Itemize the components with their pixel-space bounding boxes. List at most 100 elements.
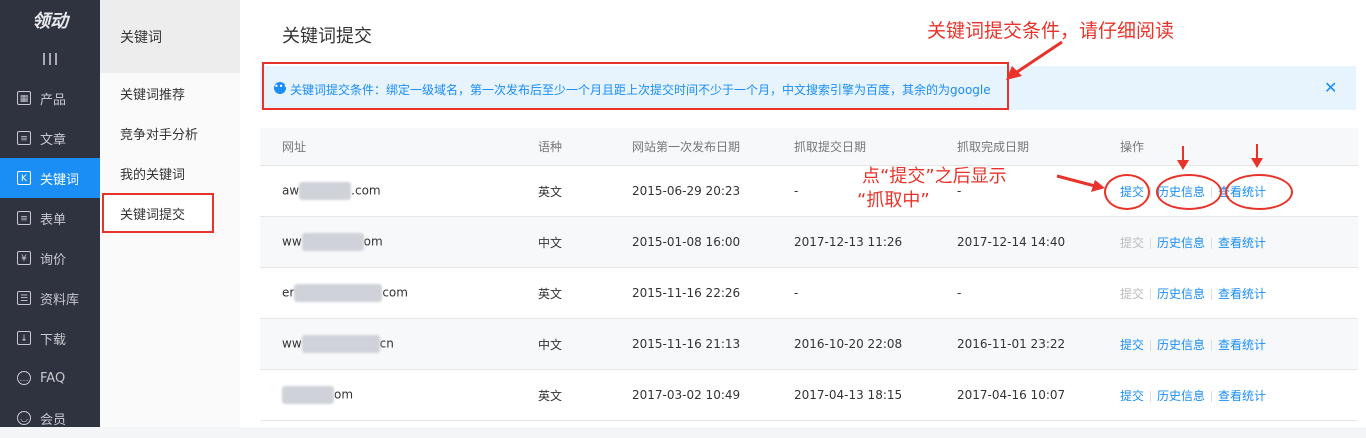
cell-url: aw .com <box>260 165 538 217</box>
sidebar-item-forms[interactable]: ≡ 表单 <box>0 198 100 238</box>
table-row: ww om 中文 2015-01-08 16:00 2017-12-13 11:2… <box>260 216 1358 268</box>
sidebar-item-members[interactable]: ◡ 会员 <box>0 398 100 438</box>
submit-link[interactable]: 提交 <box>1120 338 1144 352</box>
sidebar-item-inquiry[interactable]: ¥ 询价 <box>0 238 100 278</box>
cell-done: 2017-12-14 14:40 <box>957 216 1120 268</box>
url-suffix: .com <box>351 183 381 198</box>
history-link[interactable]: 历史信息 <box>1157 287 1205 301</box>
submit-link[interactable]: 提交 <box>1120 389 1144 403</box>
cell-url: ww cn <box>260 318 538 370</box>
keyword-table: 网址 语种 网站第一次发布日期 抓取提交日期 抓取完成日期 操作 aw .com … <box>260 128 1358 421</box>
annotation-arrow-top <box>1006 40 1063 80</box>
member-icon: ◡ <box>17 411 31 425</box>
sidebar-item-label: FAQ <box>40 370 66 386</box>
cell-lang: 中文 <box>538 318 632 370</box>
divider <box>1150 288 1152 300</box>
stats-link[interactable]: 查看统计 <box>1218 389 1266 403</box>
cell-url: om <box>260 369 538 421</box>
redaction <box>294 284 383 302</box>
annotation-circle-history <box>1156 174 1222 210</box>
table-row: er com 英文 2015-11-16 22:26 - - 提交 历史信息 查看统计 <box>260 267 1358 319</box>
form-icon: ≡ <box>17 211 31 225</box>
url-prefix: ww <box>282 336 302 351</box>
sidebar-item-keywords[interactable]: K 关键词 <box>0 158 100 198</box>
logo: 领动 <box>32 11 68 32</box>
cell-done: - <box>957 267 1120 319</box>
subnav-title: 关键词 <box>100 0 240 73</box>
col-lang: 语种 <box>538 128 632 166</box>
subnav-item-submit[interactable]: 关键词提交 <box>102 193 214 233</box>
sidebar-item-articles[interactable]: ≡ 文章 <box>0 118 100 158</box>
close-icon[interactable]: ✕ <box>1324 78 1337 97</box>
url-prefix: ww <box>282 234 302 249</box>
cell-url: er com <box>260 267 538 319</box>
table-row: ww cn 中文 2015-11-16 21:13 2016-10-20 22:0… <box>260 318 1358 370</box>
submit-link[interactable]: 提交 <box>1120 236 1144 250</box>
history-link[interactable]: 历史信息 <box>1157 236 1205 250</box>
cell-lang: 英文 <box>538 369 632 421</box>
redaction <box>282 386 334 404</box>
sub-sidebar: 关键词 关键词推荐 竞争对手分析 我的关键词 关键词提交 <box>100 0 241 427</box>
divider <box>1150 390 1152 402</box>
sidebar-item-label: 会员 <box>40 412 67 428</box>
sidebar-item-faq[interactable]: … FAQ <box>0 358 100 398</box>
divider <box>1150 186 1152 198</box>
annotation-arrow-submit <box>1056 174 1105 192</box>
url-prefix: aw <box>282 183 300 198</box>
divider <box>1211 237 1213 249</box>
library-icon: ☰ <box>17 291 31 305</box>
cell-actions: 提交 历史信息 查看统计 <box>1120 267 1358 319</box>
sidebar-item-label: 询价 <box>40 252 67 268</box>
subnav-item-competitor[interactable]: 竞争对手分析 <box>100 113 240 153</box>
sidebar-item-products[interactable]: ▦ 产品 <box>0 78 100 118</box>
cell-done: 2017-04-16 10:07 <box>957 369 1120 421</box>
annotation-mid-line1: 点“提交”之后显示 <box>862 166 1007 187</box>
col-done-date: 抓取完成日期 <box>957 128 1120 166</box>
sidebar-item-label: 资料库 <box>40 292 80 308</box>
divider <box>1150 237 1152 249</box>
subnav-item-my-keywords[interactable]: 我的关键词 <box>100 153 240 193</box>
cell-actions: 提交 历史信息 查看统计 <box>1120 318 1358 370</box>
sidebar-item-label: 产品 <box>40 92 67 108</box>
k-icon: K <box>17 171 31 185</box>
cell-done: 2016-11-01 23:22 <box>957 318 1120 370</box>
history-link[interactable]: 历史信息 <box>1157 389 1205 403</box>
info-icon: ••• <box>274 82 288 94</box>
table-header-row: 网址 语种 网站第一次发布日期 抓取提交日期 抓取完成日期 操作 <box>260 128 1358 166</box>
doc-icon: ≡ <box>17 131 31 145</box>
redaction <box>301 233 364 251</box>
divider <box>1150 339 1152 351</box>
menu-toggle-icon[interactable] <box>0 40 100 78</box>
cell-submit: - <box>794 267 957 319</box>
page-title: 关键词提交 <box>282 26 372 47</box>
sidebar-item-download[interactable]: ↓ 下载 <box>0 318 100 358</box>
url-prefix: er <box>282 285 295 300</box>
faq-icon: … <box>17 371 31 385</box>
notice-text: 关键词提交条件：绑定一级域名，第一次发布后至少一个月且距上次提交时间不少于一个月… <box>290 83 991 97</box>
url-suffix: om <box>334 387 354 402</box>
subnav-item-recommend[interactable]: 关键词推荐 <box>100 73 240 113</box>
url-suffix: om <box>363 234 383 249</box>
download-icon: ↓ <box>17 331 31 345</box>
table-row: om 英文 2017-03-02 10:49 2017-04-13 18:15 … <box>260 369 1358 421</box>
cell-url: ww om <box>260 216 538 268</box>
cell-actions: 提交 历史信息 查看统计 <box>1120 369 1358 421</box>
cell-publish: 2015-11-16 21:13 <box>632 318 794 370</box>
col-actions: 操作 <box>1120 128 1358 166</box>
main-sidebar: 领动 ▦ 产品 ≡ 文章 K 关键词 ≡ 表单 ¥ 询价 ☰ 资料库 ↓ 下载 … FAQ ◡ 会… <box>0 0 100 428</box>
redaction <box>301 335 380 353</box>
stats-link[interactable]: 查看统计 <box>1218 236 1266 250</box>
annotation-circle-submit <box>1104 174 1150 210</box>
sidebar-item-library[interactable]: ☰ 资料库 <box>0 278 100 318</box>
cell-publish: 2015-06-29 20:23 <box>632 165 794 217</box>
annotation-circle-stats <box>1225 174 1293 210</box>
stats-link[interactable]: 查看统计 <box>1218 287 1266 301</box>
sidebar-item-label: 关键词 <box>40 172 80 188</box>
cell-submit: 2017-12-13 11:26 <box>794 216 957 268</box>
url-suffix: com <box>382 285 408 300</box>
stats-link[interactable]: 查看统计 <box>1218 338 1266 352</box>
url-suffix: cn <box>379 336 394 351</box>
cell-publish: 2015-11-16 22:26 <box>632 267 794 319</box>
submit-link[interactable]: 提交 <box>1120 287 1144 301</box>
history-link[interactable]: 历史信息 <box>1157 338 1205 352</box>
